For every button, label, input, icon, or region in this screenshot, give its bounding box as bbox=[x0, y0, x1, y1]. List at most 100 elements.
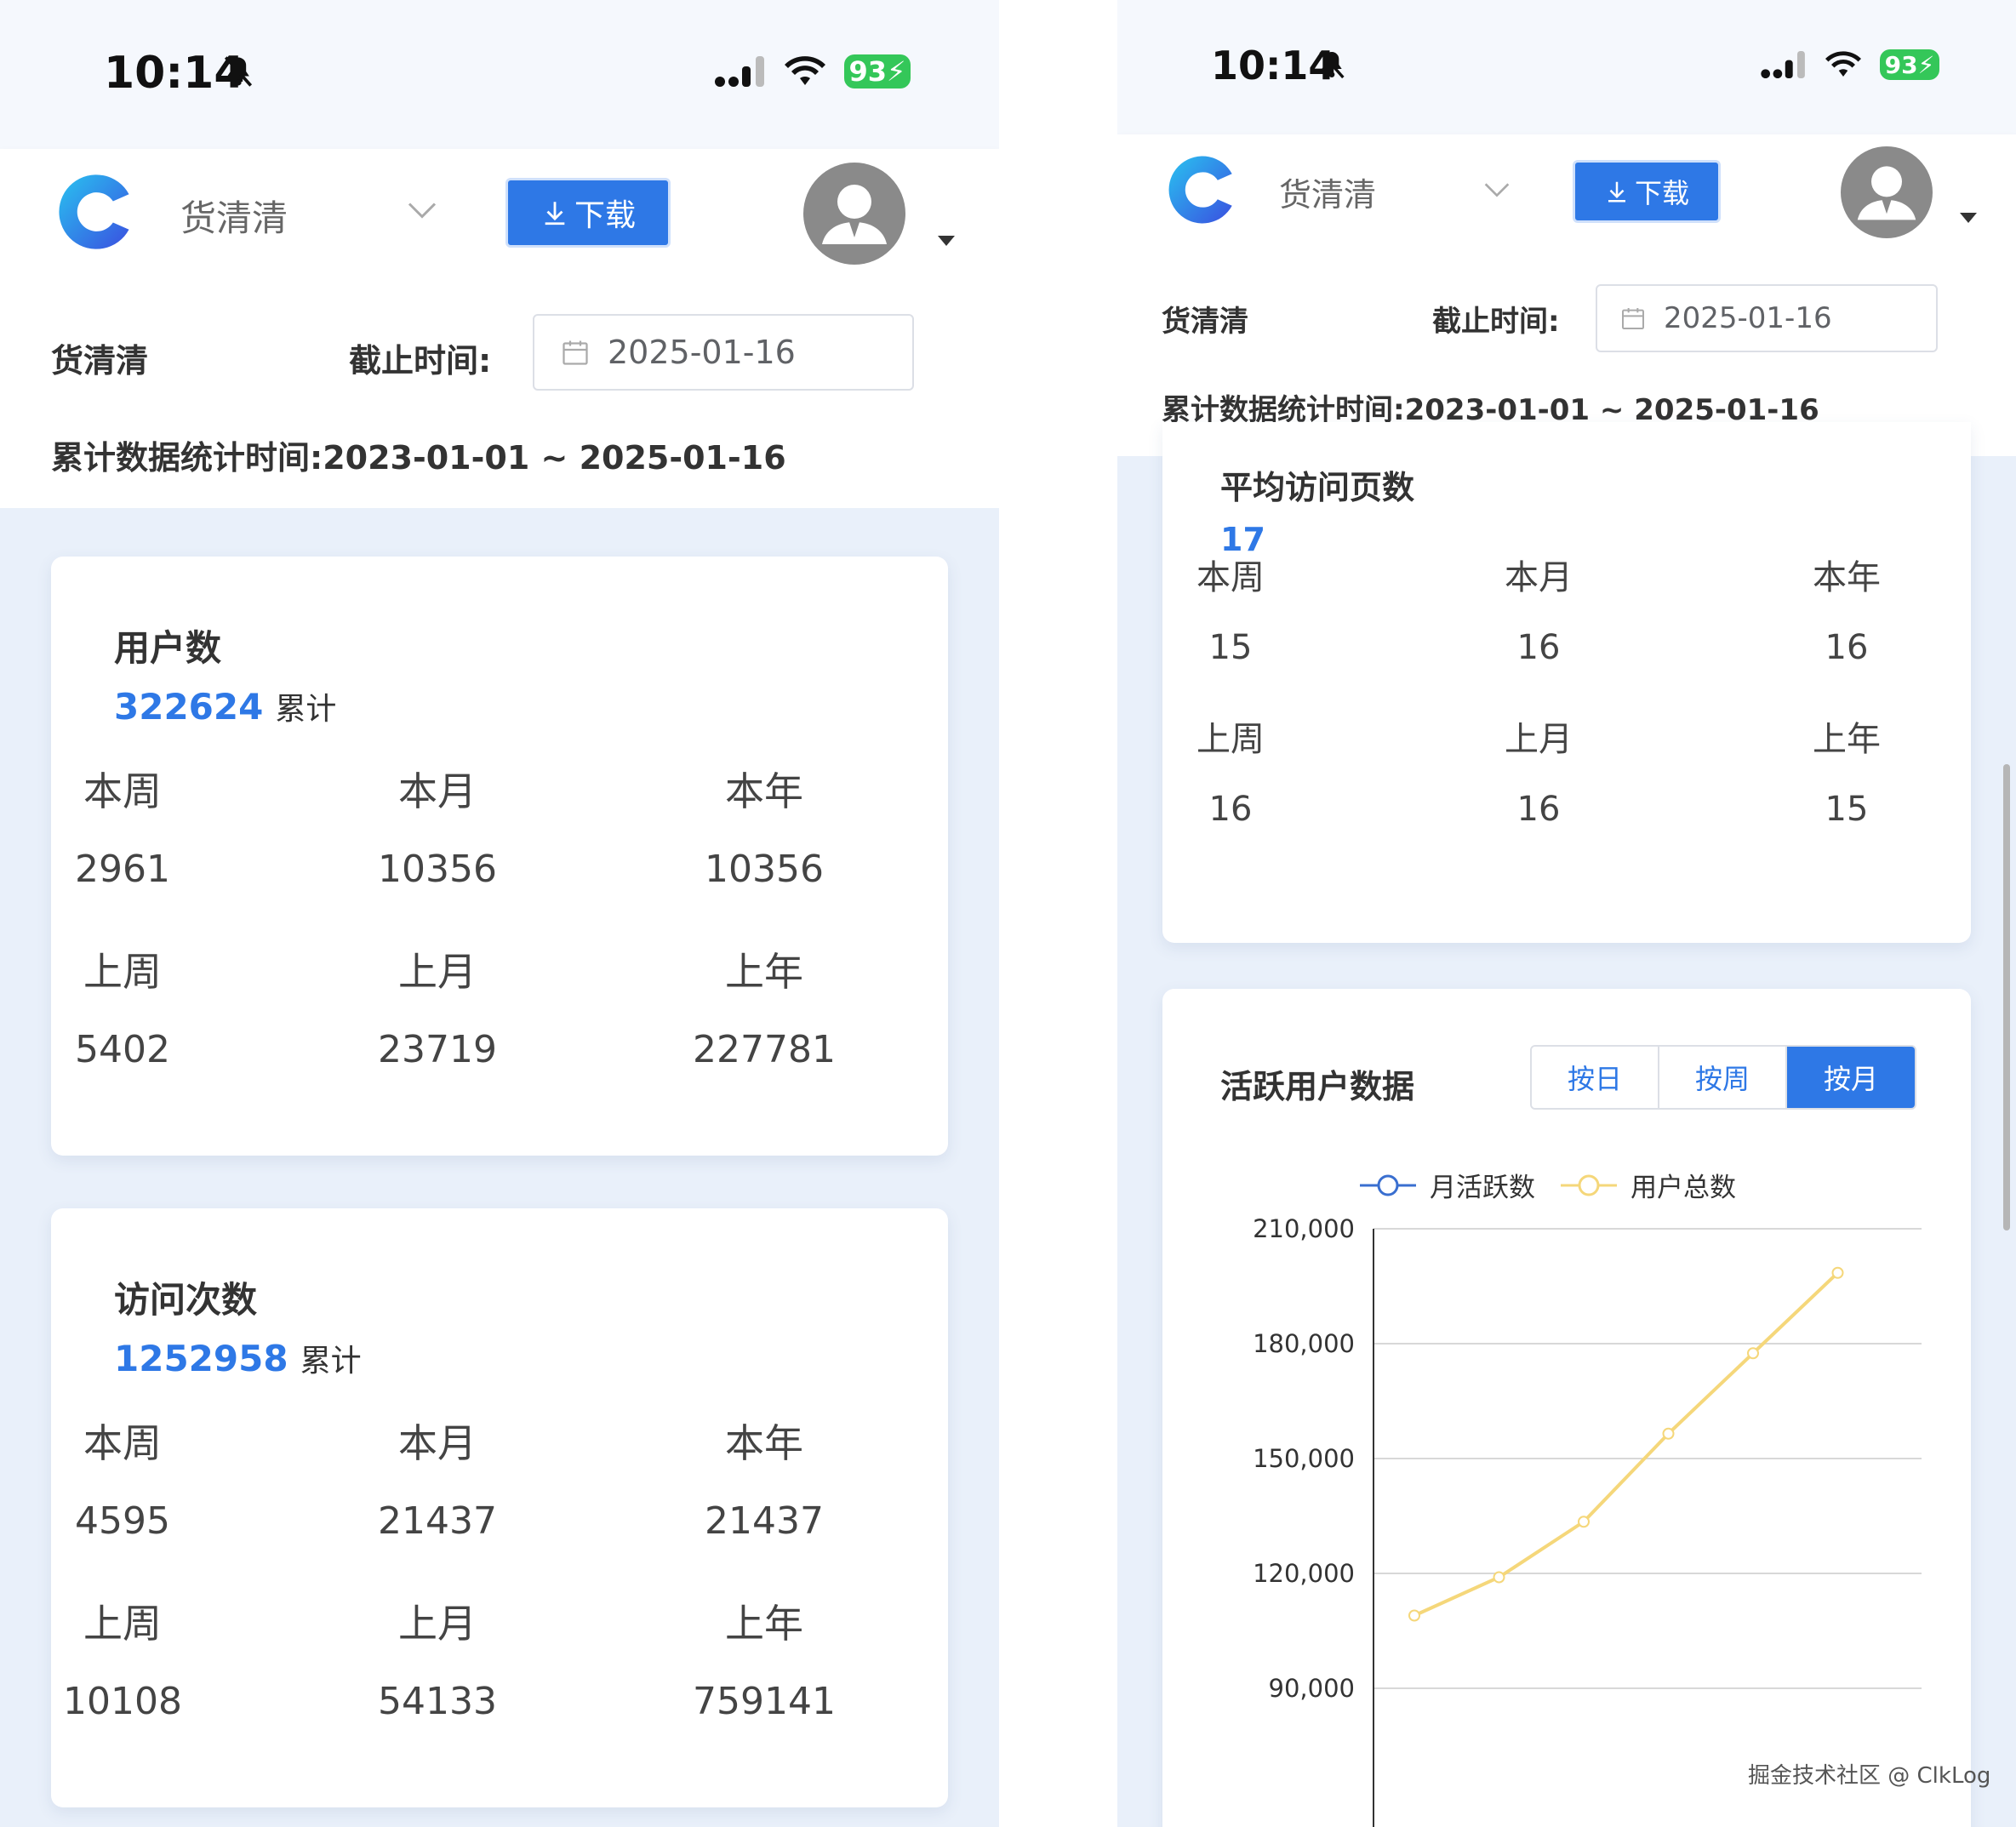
legend-marker-icon bbox=[1561, 1174, 1617, 1196]
avatar-dropdown-caret[interactable] bbox=[1960, 213, 1977, 223]
y-tick-label: 150,000 bbox=[1253, 1444, 1355, 1473]
stat-label: 上年 bbox=[725, 1601, 803, 1647]
app-logo-icon bbox=[59, 174, 129, 249]
data-point bbox=[1662, 1427, 1675, 1440]
cellular-signal-icon bbox=[715, 56, 764, 87]
card-title: 活跃用户数据 bbox=[1220, 1068, 1415, 1105]
stat-range: 累计数据统计时间:2023-01-01 ~ 2025-01-16 bbox=[51, 439, 786, 477]
download-button[interactable]: 下载 bbox=[505, 178, 671, 248]
charging-bolt-icon: ⚡ bbox=[1917, 50, 1935, 79]
stat-value: 16 bbox=[1516, 790, 1561, 829]
series-line bbox=[1413, 1271, 1839, 1618]
stat-cell: 上周 5402 bbox=[50, 941, 195, 1071]
chevron-down-icon[interactable] bbox=[407, 200, 437, 220]
app-name: 货清清 bbox=[180, 197, 288, 239]
calendar-icon bbox=[1622, 308, 1644, 329]
card-title: 访问次数 bbox=[114, 1279, 258, 1321]
stat-label: 本年 bbox=[725, 768, 803, 814]
deadline-label: 截止时间: bbox=[349, 342, 492, 380]
status-icons: 93 ⚡ bbox=[715, 54, 911, 88]
legend-item-total-users[interactable]: 用户总数 bbox=[1559, 1166, 1736, 1204]
wifi-icon bbox=[785, 56, 825, 85]
user-avatar-icon bbox=[1857, 166, 1916, 220]
stat-label: 上周 bbox=[1196, 720, 1265, 759]
stat-value: 21437 bbox=[705, 1499, 824, 1543]
stat-value: 5402 bbox=[75, 1028, 170, 1071]
deadline-value: 2025-01-16 bbox=[608, 334, 796, 371]
user-avatar[interactable] bbox=[803, 163, 905, 265]
stat-cell: 本月 16 bbox=[1479, 550, 1598, 667]
status-icons: 93 ⚡ bbox=[1761, 49, 1939, 80]
stat-value: 16 bbox=[1208, 790, 1253, 829]
tab-by-week[interactable]: 按周 bbox=[1659, 1047, 1787, 1108]
deadline-date-picker[interactable]: 2025-01-16 bbox=[533, 314, 914, 391]
stat-cell: 上周 16 bbox=[1171, 711, 1290, 829]
calendar-icon bbox=[563, 340, 588, 365]
stat-label: 本月 bbox=[398, 768, 477, 814]
wifi-icon bbox=[1825, 51, 1861, 77]
avatar-dropdown-caret[interactable] bbox=[938, 236, 955, 246]
stat-value: 21437 bbox=[378, 1499, 497, 1543]
stat-label: 本周 bbox=[1196, 558, 1265, 597]
deadline-value: 2025-01-16 bbox=[1664, 301, 1832, 335]
active-users-card: 活跃用户数据 按日 按周 按月 月活跃数 用户总数 210,000 180,000… bbox=[1162, 989, 1971, 1827]
visits-card: 访问次数 1252958 累计 本周 4595 本月 21437 本年 21437 上周 10… bbox=[51, 1208, 948, 1807]
app-name: 货清清 bbox=[1279, 176, 1377, 214]
stat-cell: 上月 54133 bbox=[365, 1593, 510, 1723]
watermark: 掘金技术社区 @ ClkLog bbox=[1748, 1763, 1991, 1789]
chart-legend: 月活跃数 用户总数 bbox=[1358, 1166, 1736, 1204]
stat-value: 15 bbox=[1208, 628, 1253, 667]
download-button[interactable]: 下载 bbox=[1573, 160, 1721, 223]
stat-label: 本年 bbox=[725, 1420, 803, 1466]
stat-label: 上年 bbox=[725, 949, 803, 995]
legend-item-monthly-active[interactable]: 月活跃数 bbox=[1358, 1166, 1535, 1204]
battery-indicator: 93 ⚡ bbox=[844, 54, 911, 88]
stat-cell: 上年 227781 bbox=[692, 941, 837, 1071]
stat-value: 227781 bbox=[693, 1028, 836, 1071]
data-point bbox=[1493, 1571, 1505, 1584]
stat-label: 上周 bbox=[83, 1601, 162, 1647]
stat-cell: 本年 21437 bbox=[692, 1413, 837, 1543]
stat-value: 16 bbox=[1516, 628, 1561, 667]
stat-cell: 上月 16 bbox=[1479, 711, 1598, 829]
stat-label: 上年 bbox=[1813, 720, 1881, 759]
stat-cell: 本周 15 bbox=[1171, 550, 1290, 667]
tab-by-month[interactable]: 按月 bbox=[1787, 1047, 1915, 1108]
org-label: 货清清 bbox=[1162, 305, 1248, 339]
cellular-signal-icon bbox=[1761, 51, 1805, 78]
stat-label: 本月 bbox=[398, 1420, 477, 1466]
y-tick-label: 120,000 bbox=[1253, 1559, 1355, 1588]
top-navbar: 货清清 下载 bbox=[1117, 134, 2016, 252]
legend-marker-icon bbox=[1360, 1174, 1416, 1196]
stat-value: 10108 bbox=[63, 1680, 182, 1723]
charging-bolt-icon: ⚡ bbox=[887, 55, 906, 88]
stat-value: 4595 bbox=[75, 1499, 170, 1543]
active-users-chart: 210,000 180,000 150,000 120,000 90,000 bbox=[1253, 1219, 1922, 1827]
filter-bar: 货清清 截止时间: 2025-01-16 累计数据统计时间:2023-01-01… bbox=[0, 277, 999, 508]
deadline-date-picker[interactable]: 2025-01-16 bbox=[1596, 284, 1938, 352]
stat-label: 本月 bbox=[1505, 558, 1573, 597]
user-avatar[interactable] bbox=[1841, 146, 1933, 238]
download-icon bbox=[545, 202, 565, 226]
deadline-label: 截止时间: bbox=[1432, 305, 1560, 339]
stat-label: 上月 bbox=[398, 949, 477, 995]
tab-by-day[interactable]: 按日 bbox=[1532, 1047, 1659, 1108]
status-bar: 10:14 93 ⚡ bbox=[1117, 0, 2016, 134]
card-title: 平均访问页数 bbox=[1220, 469, 1415, 506]
chevron-down-icon[interactable] bbox=[1483, 180, 1511, 199]
stat-cell: 本年 10356 bbox=[692, 761, 837, 891]
stat-cell: 上周 10108 bbox=[50, 1593, 195, 1723]
scrollbar[interactable] bbox=[2003, 764, 2010, 1230]
stat-label: 上月 bbox=[1505, 720, 1573, 759]
period-toggle: 按日 按周 按月 bbox=[1530, 1045, 1916, 1110]
stat-value: 54133 bbox=[378, 1680, 497, 1723]
top-navbar: 货清清 下载 bbox=[0, 149, 999, 277]
y-tick-label: 90,000 bbox=[1269, 1674, 1355, 1703]
stat-cell: 本周 4595 bbox=[50, 1413, 195, 1543]
stat-value: 16 bbox=[1825, 628, 1869, 667]
app-logo-icon bbox=[1168, 156, 1232, 224]
card-total: 322624 累计 bbox=[114, 686, 337, 728]
y-tick-label: 180,000 bbox=[1253, 1329, 1355, 1358]
card-title: 用户数 bbox=[114, 627, 222, 669]
users-card: 用户数 322624 累计 本周 2961 本月 10356 本年 10356 上周 5402… bbox=[51, 557, 948, 1156]
